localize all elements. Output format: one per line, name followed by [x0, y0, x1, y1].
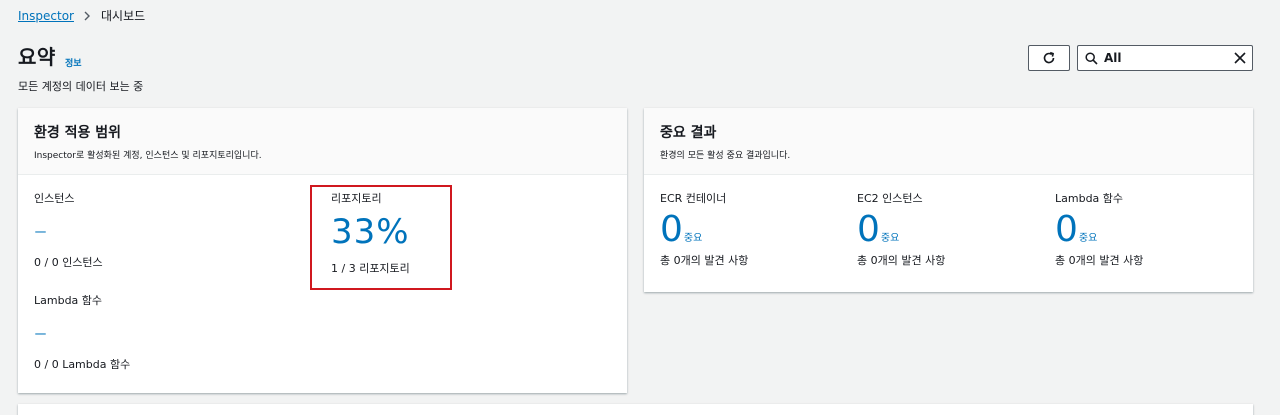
breadcrumb-inspector-link[interactable]: Inspector — [18, 8, 74, 24]
ecr-count-row[interactable]: 0 중요 — [660, 210, 748, 250]
info-link[interactable]: 정보 — [65, 56, 82, 69]
coverage-panel-header: 환경 적용 범위 Inspector로 활성화된 계정, 인스턴스 및 리포지토… — [18, 108, 627, 175]
search-icon — [1085, 51, 1098, 65]
lambda-count: 0 — [1055, 209, 1078, 250]
lambda-detail: 0 / 0 Lambda 함수 — [34, 358, 131, 371]
findings-description: 환경의 모든 활성 중요 결과입니다. — [660, 151, 791, 161]
inspector-dashboard-page: Inspector 대시보드 요약 정보 모든 계정의 데이터 보는 중 All… — [0, 0, 1280, 415]
ecr-unit: 중요 — [683, 233, 703, 244]
lambda-unit: 중요 — [1078, 233, 1098, 244]
account-filter[interactable] — [1077, 45, 1253, 71]
ec2-count: 0 — [857, 209, 880, 250]
ec2-unit: 중요 — [880, 233, 900, 244]
instances-metric: 인스턴스 – 0 / 0 인스턴스 — [34, 192, 103, 270]
coverage-description: Inspector로 활성화된 계정, 인스턴스 및 리포지토리입니다. — [34, 151, 262, 161]
chevron-right-icon — [83, 11, 91, 21]
coverage-title: 환경 적용 범위 — [34, 125, 122, 141]
close-icon[interactable] — [1234, 52, 1246, 64]
instances-value[interactable]: – — [34, 218, 103, 244]
ec2-detail: 총 0개의 발견 사항 — [857, 254, 946, 267]
ecr-label: ECR 컨테이너 — [660, 192, 727, 205]
lambda-value[interactable]: – — [34, 320, 130, 346]
lambda-findings-label: Lambda 함수 — [1055, 192, 1124, 205]
lambda-count-row[interactable]: 0 중요 — [1055, 210, 1143, 250]
ecr-detail: 총 0개의 발견 사항 — [660, 254, 749, 267]
page-subtitle: 모든 계정의 데이터 보는 중 — [18, 80, 144, 93]
filter-input[interactable] — [1104, 51, 1224, 65]
lambda-findings-metric: Lambda 함수 0 중요 총 0개의 발견 사항 — [1055, 192, 1143, 268]
findings-title: 중요 결과 — [660, 125, 717, 141]
instances-detail: 0 / 0 인스턴스 — [34, 256, 103, 269]
next-panel — [18, 404, 1253, 415]
breadcrumb: Inspector 대시보드 — [18, 8, 145, 24]
refresh-icon — [1042, 51, 1056, 65]
instances-label: 인스턴스 — [34, 192, 75, 205]
ec2-count-row[interactable]: 0 중요 — [857, 210, 945, 250]
ecr-count: 0 — [660, 209, 683, 250]
ec2-label: EC2 인스턴스 — [857, 192, 923, 205]
critical-findings-panel: 중요 결과 환경의 모든 활성 중요 결과입니다. ECR 컨테이너 0 중요 … — [644, 108, 1253, 292]
highlight-box — [310, 185, 452, 290]
findings-panel-header: 중요 결과 환경의 모든 활성 중요 결과입니다. — [644, 108, 1253, 175]
page-title: 요약 — [18, 45, 56, 69]
lambda-label: Lambda 함수 — [34, 294, 103, 307]
lambda-metric: Lambda 함수 – 0 / 0 Lambda 함수 — [34, 294, 130, 372]
refresh-button[interactable] — [1028, 45, 1070, 71]
ecr-findings-metric: ECR 컨테이너 0 중요 총 0개의 발견 사항 — [660, 192, 748, 268]
lambda-findings-detail: 총 0개의 발견 사항 — [1055, 254, 1144, 267]
breadcrumb-current: 대시보드 — [100, 9, 146, 23]
ec2-findings-metric: EC2 인스턴스 0 중요 총 0개의 발견 사항 — [857, 192, 945, 268]
